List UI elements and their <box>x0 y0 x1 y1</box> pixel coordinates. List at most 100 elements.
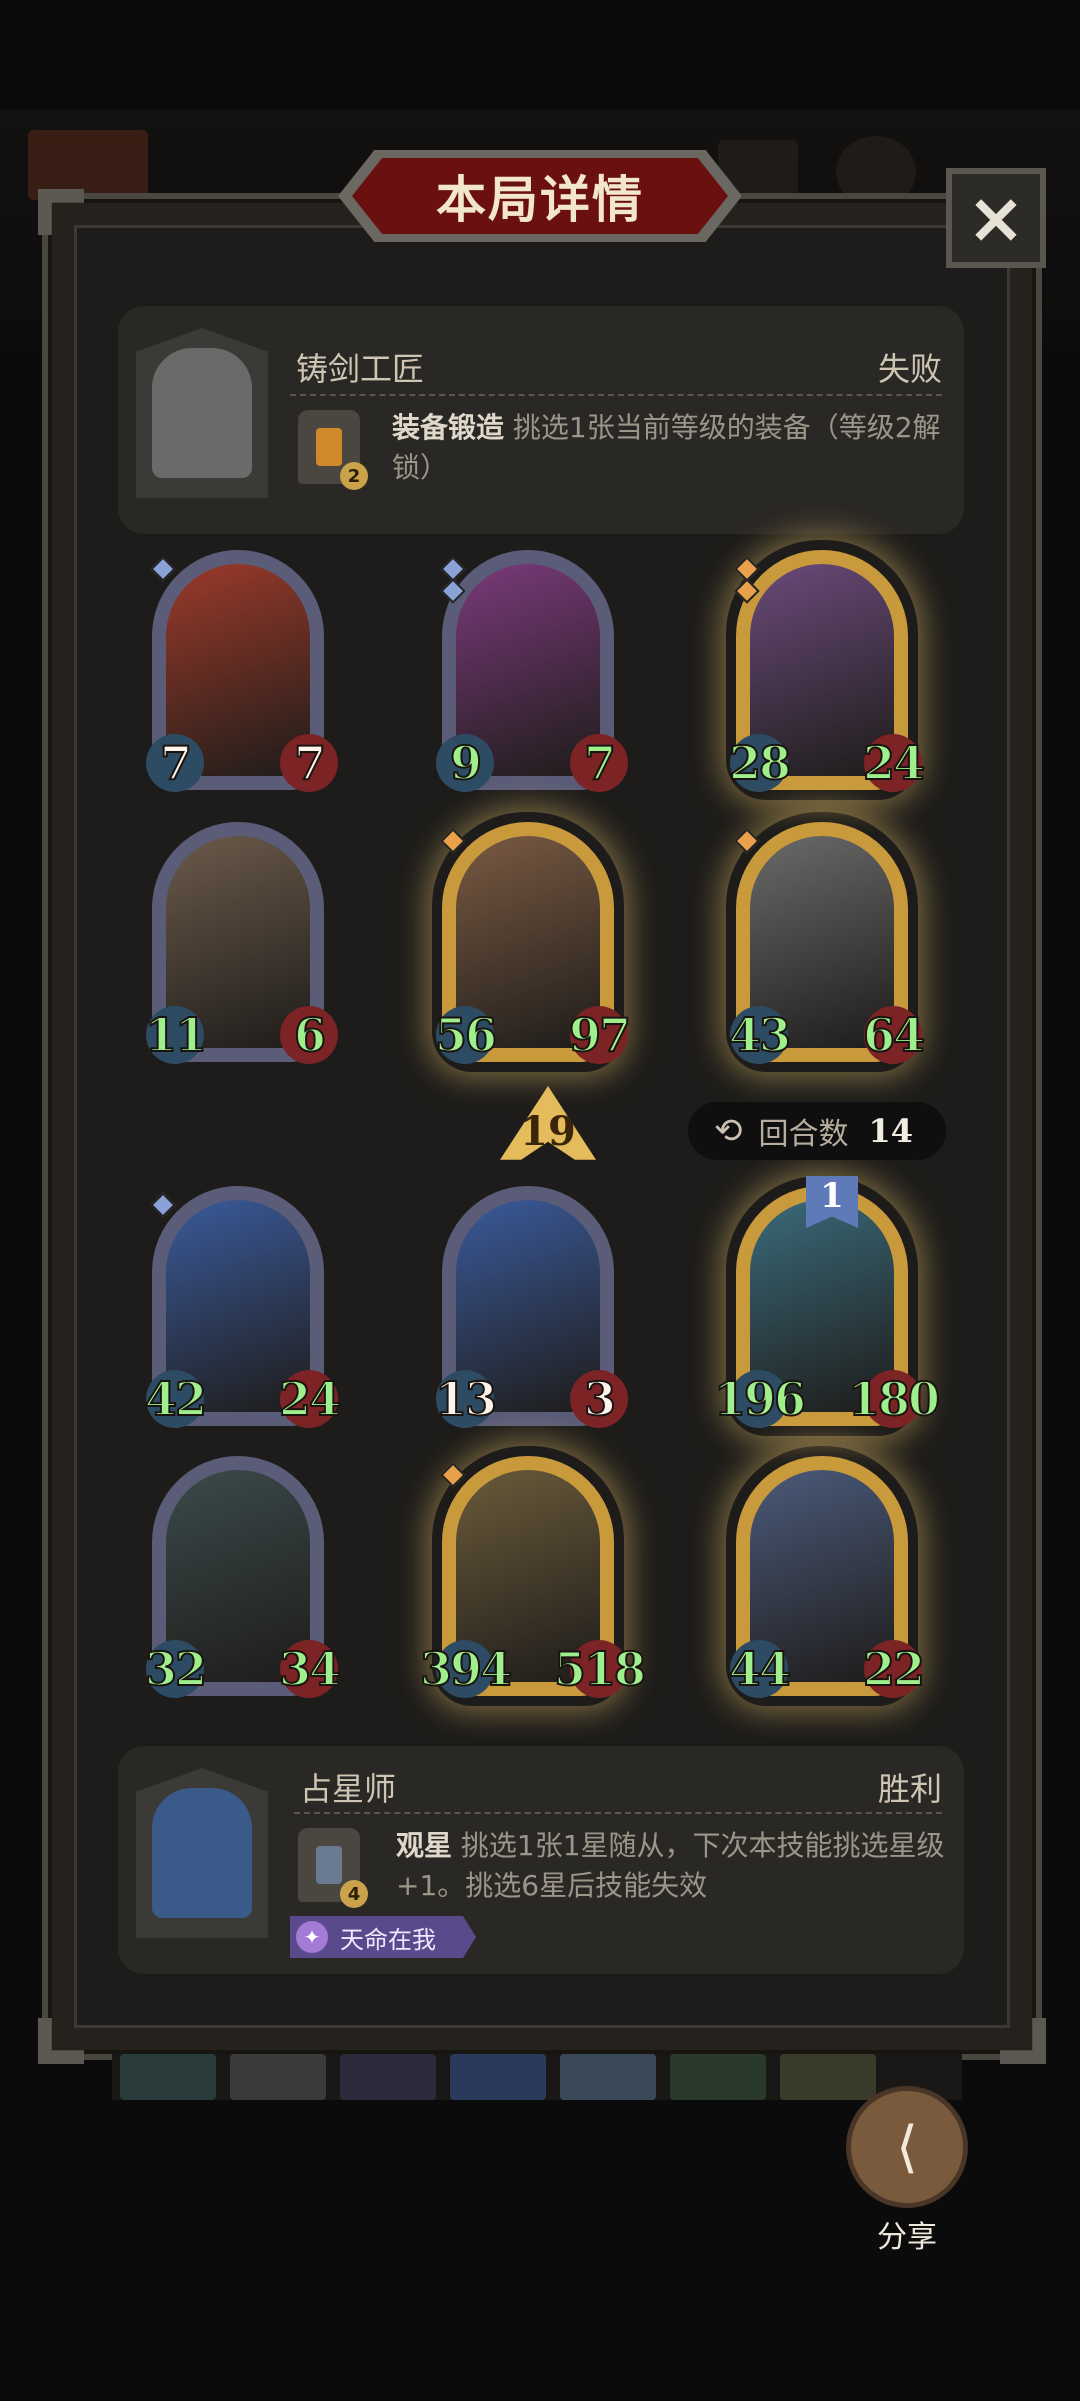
minion-card[interactable]: 42 24 <box>144 1186 342 1434</box>
skill-name: 观星 <box>396 1829 453 1862</box>
minion-card[interactable]: 196 180 <box>713 1186 941 1434</box>
attack-value: 32 <box>144 1641 208 1697</box>
tray-thumbnail <box>450 2054 546 2100</box>
attack-value: 42 <box>144 1371 208 1427</box>
health-stat: 7 <box>280 734 338 792</box>
close-button[interactable]: × <box>946 168 1046 268</box>
skill-description: 装备锻造 挑选1张当前等级的装备（等级2解锁） <box>392 408 942 488</box>
minion-card[interactable]: 56 97 <box>434 822 632 1070</box>
attack-value: 9 <box>449 735 483 791</box>
minion-card[interactable]: 394 518 <box>419 1456 647 1704</box>
health-value: 518 <box>553 1641 647 1697</box>
attack-stat: 56 <box>434 1006 498 1064</box>
health-stat: 97 <box>568 1006 632 1064</box>
health-value: 24 <box>862 735 926 791</box>
rounds-label: 回合数 <box>758 1117 849 1152</box>
attack-stat: 11 <box>144 1006 208 1064</box>
level-badge: 19 <box>500 1086 596 1176</box>
skill-level-badge: 2 <box>340 462 368 490</box>
trait-icon: ✦ <box>296 1921 328 1953</box>
minion-card[interactable]: 32 34 <box>144 1456 342 1704</box>
page-title: 本局详情 <box>436 171 644 229</box>
health-stat: 64 <box>862 1006 926 1064</box>
attack-value: 28 <box>728 735 792 791</box>
attack-stat: 42 <box>144 1370 208 1428</box>
attack-stat: 32 <box>144 1640 208 1698</box>
hero-name: 占星师 <box>300 1770 397 1808</box>
hero-portrait[interactable] <box>136 1768 268 1938</box>
attack-value: 43 <box>728 1007 792 1063</box>
bottom-hero-box: 占星师 胜利 4 观星 挑选1张1星随从，下次本技能挑选星级+1。挑选6星后技能… <box>118 1746 964 1974</box>
health-stat: 180 <box>847 1370 941 1428</box>
health-stat: 6 <box>280 1006 338 1064</box>
top-hero-box: 铸剑工匠 失败 2 装备锻造 挑选1张当前等级的装备（等级2解锁） <box>118 306 964 534</box>
share-label: 分享 <box>877 2220 937 2255</box>
attack-value: 44 <box>728 1641 792 1697</box>
tray-thumbnail <box>340 2054 436 2100</box>
minion-card[interactable]: 97 <box>436 550 628 798</box>
minion-card[interactable]: 43 64 <box>728 822 926 1070</box>
health-stat: 3 <box>570 1370 628 1428</box>
divider <box>290 394 942 396</box>
health-value: 7 <box>583 735 617 791</box>
attack-stat: 43 <box>728 1006 792 1064</box>
tray-thumbnail <box>670 2054 766 2100</box>
title-banner: 本局详情 <box>338 150 742 242</box>
share-icon: ⟨ <box>896 2114 918 2180</box>
skill-level-badge: 4 <box>340 1880 368 1908</box>
skill-desc: 挑选1张1星随从，下次本技能挑选星级+1。挑选6星后技能失效 <box>396 1829 945 1902</box>
attack-value: 13 <box>434 1371 498 1427</box>
health-value: 7 <box>293 735 327 791</box>
minion-card[interactable]: 13 3 <box>434 1186 628 1434</box>
tray-thumbnail <box>120 2054 216 2100</box>
health-value: 6 <box>293 1007 327 1063</box>
minion-card[interactable]: 11 6 <box>144 822 338 1070</box>
attack-stat: 394 <box>419 1640 513 1698</box>
health-value: 34 <box>278 1641 342 1697</box>
tray-thumbnail <box>780 2054 876 2100</box>
hero-result: 失败 <box>877 350 942 388</box>
skill-icon[interactable]: 4 <box>298 1828 368 1908</box>
health-value: 180 <box>847 1371 941 1427</box>
tray-thumbnail <box>230 2054 326 2100</box>
attack-stat: 44 <box>728 1640 792 1698</box>
health-stat: 7 <box>570 734 628 792</box>
bottom-tray <box>112 2054 962 2100</box>
attack-stat: 28 <box>728 734 792 792</box>
health-stat: 24 <box>278 1370 342 1428</box>
tier-diamond-icon <box>150 556 176 582</box>
trait-tag[interactable]: ✦ 天命在我 <box>290 1916 476 1958</box>
level-value: 19 <box>520 1108 576 1155</box>
attack-value: 394 <box>419 1641 513 1697</box>
attack-value: 7 <box>159 735 193 791</box>
divider <box>294 1812 942 1814</box>
attack-value: 196 <box>713 1371 807 1427</box>
health-value: 64 <box>862 1007 926 1063</box>
health-value: 97 <box>568 1007 632 1063</box>
health-value: 3 <box>583 1371 617 1427</box>
health-value: 22 <box>862 1641 926 1697</box>
skill-description: 观星 挑选1张1星随从，下次本技能挑选星级+1。挑选6星后技能失效 <box>396 1826 946 1906</box>
attack-stat: 9 <box>436 734 494 792</box>
attack-stat: 13 <box>434 1370 498 1428</box>
refresh-icon: ⟲ <box>714 1111 743 1151</box>
health-stat: 34 <box>278 1640 342 1698</box>
attack-value: 11 <box>144 1007 208 1063</box>
attack-value: 56 <box>434 1007 498 1063</box>
tier-diamond-icon <box>150 1192 176 1218</box>
minion-card[interactable]: 44 22 <box>728 1456 926 1704</box>
rounds-value: 14 <box>868 1112 914 1150</box>
skill-icon[interactable]: 2 <box>298 410 368 490</box>
trait-label: 天命在我 <box>340 1925 436 1954</box>
rounds-counter: ⟲ 回合数 14 <box>688 1102 946 1160</box>
tray-thumbnail <box>560 2054 656 2100</box>
minion-card[interactable]: 28 24 <box>728 550 926 798</box>
attack-stat: 7 <box>146 734 204 792</box>
share-button[interactable]: ⟨ <box>846 2086 968 2208</box>
hero-portrait[interactable] <box>136 328 268 498</box>
skill-name: 装备锻造 <box>392 411 505 444</box>
minion-card[interactable]: 77 <box>146 550 338 798</box>
attack-stat: 196 <box>713 1370 807 1428</box>
health-stat: 518 <box>553 1640 647 1698</box>
hero-result: 胜利 <box>877 1770 942 1808</box>
